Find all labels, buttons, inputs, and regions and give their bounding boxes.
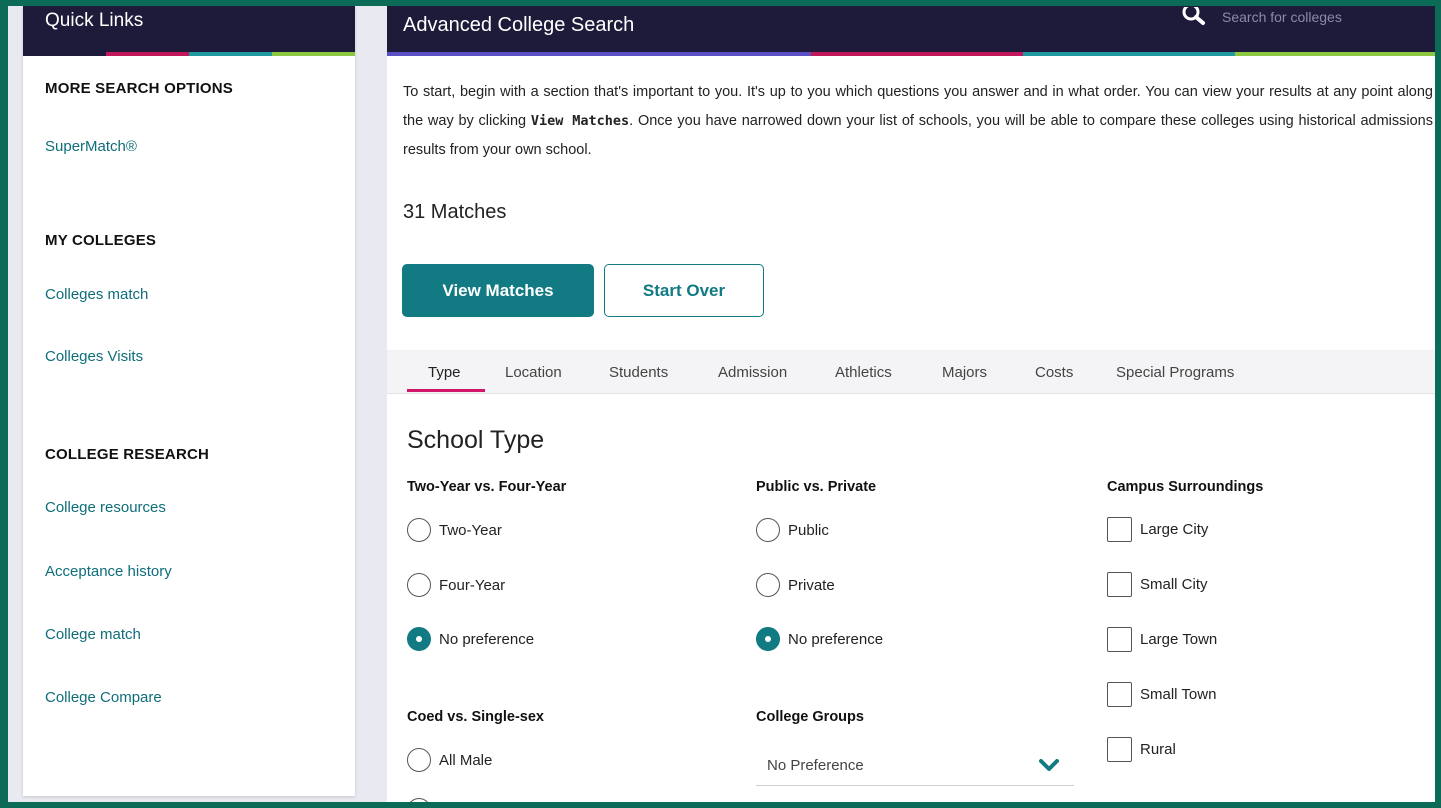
main-header: Advanced College Search bbox=[387, 6, 1435, 56]
radio-public[interactable] bbox=[756, 518, 780, 542]
link-colleges-match[interactable]: Colleges match bbox=[45, 286, 148, 303]
section-title-school-type: School Type bbox=[407, 426, 545, 454]
radio-two-year[interactable] bbox=[407, 518, 431, 542]
sidebar-title: Quick Links bbox=[45, 10, 144, 31]
quick-links-sidebar: Quick Links MORE SEARCH OPTIONS SuperMat… bbox=[23, 6, 355, 796]
radio-public-private-no-preference[interactable] bbox=[756, 627, 780, 651]
intro-view-matches-emphasis: View Matches bbox=[530, 113, 630, 129]
option-large-city[interactable]: Large City bbox=[1107, 517, 1208, 542]
tab-admission[interactable]: Admission bbox=[718, 364, 787, 381]
link-supermatch[interactable]: SuperMatch® bbox=[45, 138, 137, 155]
college-groups-select[interactable]: No Preference bbox=[756, 746, 1074, 786]
tab-location[interactable]: Location bbox=[505, 364, 562, 381]
link-college-match[interactable]: College match bbox=[45, 626, 141, 643]
header-search bbox=[1182, 6, 1432, 28]
option-large-town[interactable]: Large Town bbox=[1107, 627, 1217, 652]
section-more-search-options: MORE SEARCH OPTIONS bbox=[45, 80, 233, 97]
radio-all-male[interactable] bbox=[407, 748, 431, 772]
radio-four-year[interactable] bbox=[407, 573, 431, 597]
radio-coed-partial[interactable] bbox=[407, 798, 431, 802]
college-search-input[interactable] bbox=[1222, 9, 1412, 25]
option-small-city[interactable]: Small City bbox=[1107, 572, 1208, 597]
option-all-male[interactable]: All Male bbox=[407, 748, 492, 772]
option-four-year[interactable]: Four-Year bbox=[407, 573, 505, 597]
tab-majors[interactable]: Majors bbox=[942, 364, 987, 381]
link-college-resources[interactable]: College resources bbox=[45, 499, 166, 516]
filter-tabs: Type Location Students Admission Athleti… bbox=[387, 350, 1435, 394]
page-title: Advanced College Search bbox=[403, 14, 635, 36]
match-count: 31 Matches bbox=[403, 201, 507, 223]
group-title-coed: Coed vs. Single-sex bbox=[407, 709, 544, 725]
section-college-research: COLLEGE RESEARCH bbox=[45, 446, 210, 463]
option-private[interactable]: Private bbox=[756, 573, 835, 597]
group-title-two-four-year: Two-Year vs. Four-Year bbox=[407, 479, 567, 495]
sidebar-header: Quick Links bbox=[23, 6, 355, 56]
option-coed-partial[interactable] bbox=[407, 798, 431, 802]
active-tab-underline bbox=[407, 389, 485, 392]
link-college-compare[interactable]: College Compare bbox=[45, 689, 162, 706]
header-color-stripe bbox=[387, 52, 1435, 56]
radio-two-four-no-preference[interactable] bbox=[407, 627, 431, 651]
checkbox-small-town[interactable] bbox=[1107, 682, 1132, 707]
option-small-town[interactable]: Small Town bbox=[1107, 682, 1216, 707]
advanced-search-panel: Advanced College Search To start, begin … bbox=[387, 6, 1435, 802]
sidebar-color-stripe bbox=[23, 52, 355, 56]
option-two-four-no-preference[interactable]: No preference bbox=[407, 627, 534, 651]
checkbox-large-city[interactable] bbox=[1107, 517, 1132, 542]
college-groups-value: No Preference bbox=[767, 757, 864, 774]
option-two-year[interactable]: Two-Year bbox=[407, 518, 502, 542]
checkbox-rural[interactable] bbox=[1107, 737, 1132, 762]
link-colleges-visits[interactable]: Colleges Visits bbox=[45, 348, 143, 365]
checkbox-large-town[interactable] bbox=[1107, 627, 1132, 652]
tab-costs[interactable]: Costs bbox=[1035, 364, 1073, 381]
radio-private[interactable] bbox=[756, 573, 780, 597]
chevron-down-icon[interactable] bbox=[1038, 758, 1060, 772]
option-public-private-no-preference[interactable]: No preference bbox=[756, 627, 883, 651]
checkbox-small-city[interactable] bbox=[1107, 572, 1132, 597]
tab-athletics[interactable]: Athletics bbox=[835, 364, 892, 381]
section-my-colleges: MY COLLEGES bbox=[45, 232, 157, 249]
tab-students[interactable]: Students bbox=[609, 364, 668, 381]
link-acceptance-history[interactable]: Acceptance history bbox=[45, 563, 172, 580]
group-title-campus-surroundings: Campus Surroundings bbox=[1107, 479, 1264, 495]
tab-special-programs[interactable]: Special Programs bbox=[1116, 364, 1234, 381]
intro-text: To start, begin with a section that's im… bbox=[403, 84, 1433, 158]
group-title-college-groups: College Groups bbox=[756, 709, 864, 725]
option-public[interactable]: Public bbox=[756, 518, 829, 542]
search-icon[interactable] bbox=[1182, 7, 1208, 27]
option-rural[interactable]: Rural bbox=[1107, 737, 1176, 762]
group-title-public-private: Public vs. Private bbox=[756, 479, 877, 495]
app-frame: Quick Links MORE SEARCH OPTIONS SuperMat… bbox=[8, 6, 1435, 802]
view-matches-button[interactable]: View Matches bbox=[402, 264, 594, 317]
tab-type[interactable]: Type bbox=[428, 364, 461, 381]
start-over-button[interactable]: Start Over bbox=[604, 264, 764, 317]
